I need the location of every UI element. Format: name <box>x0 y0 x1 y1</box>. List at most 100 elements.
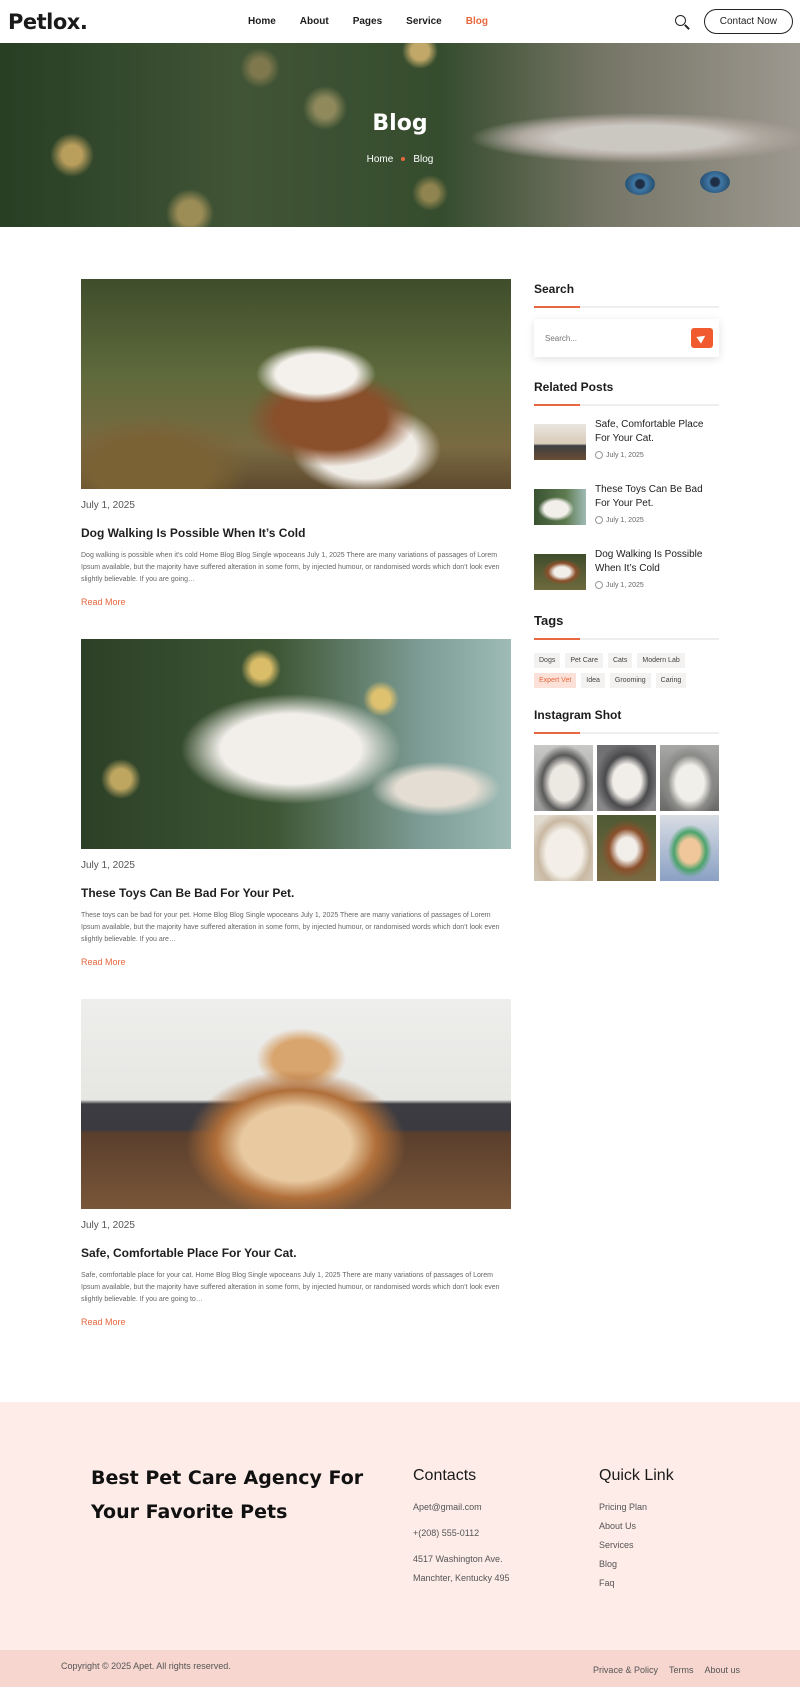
related-post-thumb[interactable] <box>534 424 586 460</box>
related-post-date: July 1, 2025 <box>595 581 719 589</box>
nav-blog[interactable]: Blog <box>466 16 488 27</box>
read-more-link[interactable]: Read More <box>81 597 126 607</box>
instagram-photo[interactable] <box>597 745 656 811</box>
tag[interactable]: Pet Care <box>565 653 603 668</box>
post-image[interactable] <box>81 999 511 1209</box>
send-icon <box>696 332 708 344</box>
related-post-thumb[interactable] <box>534 554 586 590</box>
nav-home[interactable]: Home <box>248 16 276 27</box>
instagram-photo[interactable] <box>660 815 719 881</box>
instagram-photo[interactable] <box>534 815 593 881</box>
search-input[interactable] <box>545 333 691 343</box>
widget-heading: Search <box>534 282 575 296</box>
blog-post: July 1, 2025 Dog Walking Is Possible Whe… <box>81 279 511 610</box>
heading-underline <box>534 404 719 406</box>
footer-bottom-links: Privace & Policy Terms About us <box>593 1665 740 1675</box>
post-date: July 1, 2025 <box>81 500 135 511</box>
footer-tagline: Best Pet Care Agency For Your Favorite P… <box>91 1467 364 1523</box>
footer-link[interactable]: Pricing Plan <box>599 1502 647 1512</box>
privacy-link[interactable]: Privace & Policy <box>593 1665 658 1675</box>
date-text: July 1, 2025 <box>606 451 644 459</box>
widget-heading: Instagram Shot <box>534 708 622 722</box>
breadcrumb-current: Blog <box>413 154 434 165</box>
footer-link[interactable]: Faq <box>599 1578 615 1588</box>
tag[interactable]: Caring <box>655 673 687 688</box>
related-post-date: July 1, 2025 <box>595 516 719 524</box>
instagram-widget: Instagram Shot <box>534 708 719 881</box>
sidebar-search <box>534 319 719 357</box>
cat-eye-left <box>625 173 655 195</box>
related-post-title[interactable]: These Toys Can Be Bad For Your Pet. <box>595 483 719 511</box>
blog-main: July 1, 2025 Dog Walking Is Possible Whe… <box>0 227 800 1402</box>
tag[interactable]: Cats <box>607 653 633 668</box>
instagram-photo[interactable] <box>660 745 719 811</box>
post-date: July 1, 2025 <box>81 860 135 871</box>
footer-phone[interactable]: +(208) 555-0112 <box>413 1528 479 1538</box>
tag[interactable]: Idea <box>581 673 605 688</box>
post-excerpt: Safe, comfortable place for your cat. Ho… <box>81 1272 500 1303</box>
breadcrumb: Home Blog <box>0 154 800 165</box>
tag-list: Dogs Pet Care Cats Modern Lab Expert Vet… <box>534 653 704 688</box>
read-more-link[interactable]: Read More <box>81 957 126 967</box>
instagram-photo[interactable] <box>534 745 593 811</box>
related-post[interactable]: These Toys Can Be Bad For Your Pet. July… <box>534 483 719 525</box>
nav-about[interactable]: About <box>300 16 329 27</box>
related-post[interactable]: Dog Walking Is Possible When It’s Cold J… <box>534 548 719 590</box>
breadcrumb-home[interactable]: Home <box>367 154 394 165</box>
footer-heading: Contacts <box>413 1467 477 1484</box>
blog-post: July 1, 2025 Safe, Comfortable Place For… <box>81 999 511 1330</box>
footer-contacts: Contacts Apet@gmail.com +(208) 555-0112 … <box>413 1467 510 1588</box>
copyright: Copyright © 2025 Apet. All rights reserv… <box>61 1661 231 1671</box>
related-post-date: July 1, 2025 <box>595 451 719 459</box>
date-text: July 1, 2025 <box>606 581 644 589</box>
sidebar: Search Related Posts Safe, Comfortable P… <box>534 282 719 881</box>
page-banner: Blog Home Blog <box>0 43 800 227</box>
contact-now-button[interactable]: Contact Now <box>703 9 793 34</box>
blog-post: July 1, 2025 These Toys Can Be Bad For Y… <box>81 639 511 970</box>
footer-heading: Quick Link <box>599 1467 674 1484</box>
related-post[interactable]: Safe, Comfortable Place For Your Cat. Ju… <box>534 418 719 460</box>
search-widget: Search <box>534 282 719 357</box>
about-link[interactable]: About us <box>704 1665 740 1675</box>
post-title[interactable]: These Toys Can Be Bad For Your Pet. <box>81 886 511 900</box>
related-post-title[interactable]: Dog Walking Is Possible When It’s Cold <box>595 548 719 576</box>
related-post-title[interactable]: Safe, Comfortable Place For Your Cat. <box>595 418 719 446</box>
heading-underline <box>534 638 719 640</box>
logo[interactable]: Petlox. <box>8 10 88 34</box>
clock-icon <box>595 581 603 589</box>
footer-email[interactable]: Apet@gmail.com <box>413 1502 482 1512</box>
widget-heading: Tags <box>534 613 564 628</box>
tags-widget: Tags Dogs Pet Care Cats Modern Lab Exper… <box>534 613 719 688</box>
main-nav: Home About Pages Service Blog <box>248 0 512 43</box>
read-more-link[interactable]: Read More <box>81 1317 126 1327</box>
post-title[interactable]: Safe, Comfortable Place For Your Cat. <box>81 1246 511 1260</box>
footer-link[interactable]: Services <box>599 1540 634 1550</box>
post-excerpt: These toys can be bad for your pet. Home… <box>81 912 500 943</box>
post-excerpt: Dog walking is possible when it’s cold H… <box>81 552 500 583</box>
instagram-grid <box>534 745 719 881</box>
instagram-photo[interactable] <box>597 815 656 881</box>
footer-address-line: 4517 Washington Ave. <box>413 1554 503 1564</box>
site-header: Petlox. Home About Pages Service Blog Co… <box>0 0 800 43</box>
tag[interactable]: Grooming <box>609 673 651 688</box>
terms-link[interactable]: Terms <box>669 1665 694 1675</box>
search-submit-button[interactable] <box>691 328 713 348</box>
nav-service[interactable]: Service <box>406 16 442 27</box>
tag[interactable]: Dogs <box>534 653 561 668</box>
footer-link[interactable]: About Us <box>599 1521 636 1531</box>
post-image[interactable] <box>81 279 511 489</box>
footer-address-line: Manchter, Kentucky 495 <box>413 1573 510 1583</box>
post-title[interactable]: Dog Walking Is Possible When It’s Cold <box>81 526 511 540</box>
tag-active[interactable]: Expert Vet <box>534 673 577 688</box>
footer-link[interactable]: Blog <box>599 1559 617 1569</box>
tag[interactable]: Modern Lab <box>637 653 685 668</box>
heading-underline <box>534 306 719 308</box>
site-footer: Best Pet Care Agency For Your Favorite P… <box>0 1402 800 1650</box>
cat-eye-right <box>700 171 730 193</box>
related-posts-widget: Related Posts Safe, Comfortable Place Fo… <box>534 380 719 590</box>
nav-pages[interactable]: Pages <box>353 16 382 27</box>
related-post-thumb[interactable] <box>534 489 586 525</box>
header-actions: Contact Now <box>674 0 793 43</box>
post-image[interactable] <box>81 639 511 849</box>
search-icon[interactable] <box>674 14 690 30</box>
